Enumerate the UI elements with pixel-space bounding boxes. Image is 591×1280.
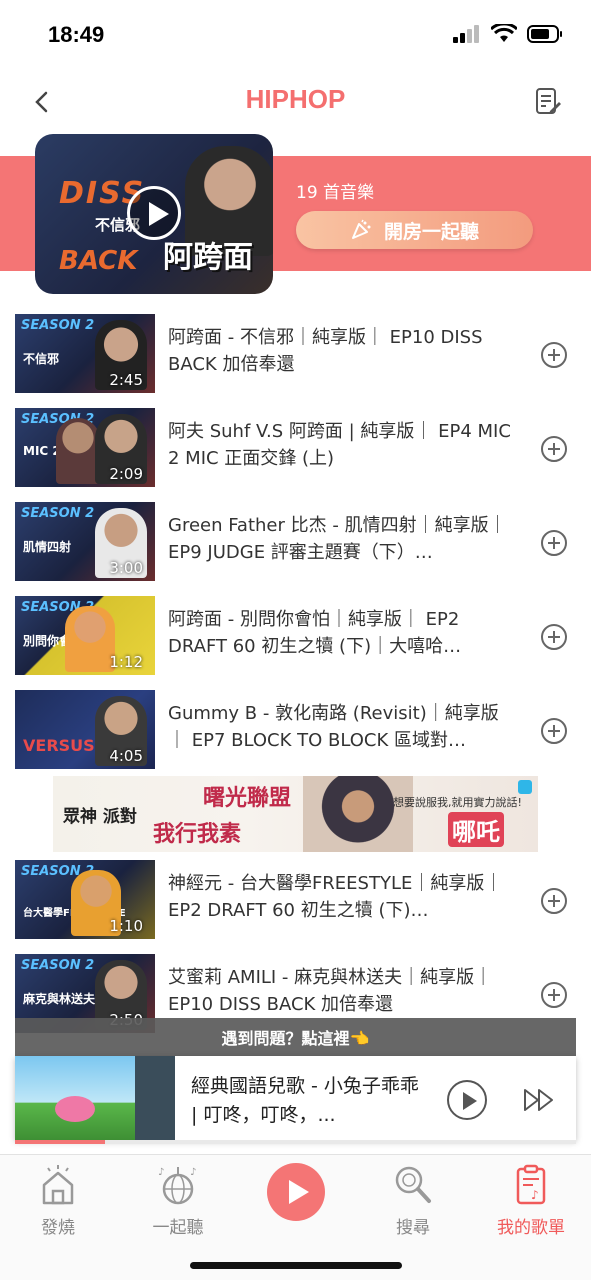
song-title: 阿夫 Suhf V.S 阿跨面 | 純享版｜ EP4 MIC 2 MIC 正面交… — [168, 421, 511, 469]
add-circle-icon[interactable] — [541, 624, 567, 650]
song-duration: 2:45 — [109, 371, 143, 389]
song-thumbnail: SEASON 2 肌情四射 3:00 — [15, 502, 155, 581]
open-room-label: 開房一起聽 — [383, 220, 479, 243]
song-title: Green Father 比杰 - 肌情四射｜純享版｜ EP9 JUDGE 評審… — [168, 515, 507, 563]
thumb-person — [65, 606, 115, 672]
song-row[interactable]: SEASON 2 別問你會怕 1:12 阿跨面 - 別問你會怕｜純享版｜ EP2… — [0, 596, 591, 676]
svg-text:♪: ♪ — [190, 1167, 196, 1178]
report-problem-label: 遇到問題？點這裡👈 — [221, 1029, 370, 1048]
player-artwork — [15, 1056, 175, 1140]
tab-search[interactable]: 搜尋 — [363, 1163, 463, 1238]
wifi-icon — [491, 24, 517, 42]
song-duration: 2:09 — [109, 465, 143, 483]
disco-ball-icon: ♪ ♪ — [158, 1167, 196, 1205]
song-row[interactable]: SEASON 2 肌情四射 3:00 Green Father 比杰 - 肌情四… — [0, 502, 591, 582]
player-title: 經典國語兒歌 - 小兔子乖乖 | 叮咚，叮咚，... — [191, 1075, 419, 1126]
play-center-icon[interactable] — [267, 1163, 325, 1221]
status-bar: 18:49 — [0, 0, 591, 74]
song-duration: 1:10 — [109, 917, 143, 935]
cover-text-back: BACK — [59, 246, 138, 276]
header: HIPHOP — [0, 74, 591, 130]
app-screen: 18:49 HIPHOP DISS 不信邪 BACK 阿跨面 19 首音樂 開房… — [0, 0, 591, 1280]
battery-icon — [527, 25, 562, 43]
cellular-signal-icon — [453, 25, 479, 43]
play-icon[interactable] — [447, 1080, 487, 1120]
song-duration: 3:00 — [109, 559, 143, 577]
song-title: 阿跨面 - 不信邪｜純享版｜ EP10 DISS BACK 加倍奉還 — [168, 327, 483, 375]
ad-text-3: 我行我素 — [153, 822, 242, 847]
thumb-person — [56, 418, 100, 484]
ad-hero-image — [303, 776, 413, 852]
ad-text-1: 眾神 派對 — [63, 807, 137, 827]
add-circle-icon[interactable] — [541, 530, 567, 556]
play-icon[interactable] — [127, 186, 181, 240]
thumb-caption: VERSUS — [23, 736, 95, 755]
tab-my-playlist-label: 我的歌單 — [497, 1218, 565, 1238]
playlist-icon: ♪ — [516, 1164, 546, 1205]
add-circle-icon[interactable] — [541, 342, 567, 368]
song-thumbnail: SEASON 2 台大醫學FREESTYLE 1:10 — [15, 860, 155, 939]
song-row[interactable]: VERSUS 4:05 Gummy B - 敦化南路 (Revisit)｜純享版… — [0, 690, 591, 770]
tab-listen-together-label: 一起聽 — [152, 1218, 204, 1238]
tab-my-playlist[interactable]: ♪ 我的歌單 — [481, 1163, 581, 1238]
thumb-caption: 不信邪 — [23, 352, 60, 366]
thumb-season-text: SEASON 2 — [21, 506, 95, 521]
artwork-character — [55, 1096, 95, 1122]
song-count: 19 首音樂 — [296, 183, 375, 203]
song-thumbnail: SEASON 2 MIC 2 MIC 2:09 — [15, 408, 155, 487]
status-time: 18:49 — [48, 22, 105, 47]
ad-text-2: 曙光聯盟 — [203, 786, 292, 811]
thumb-season-text: SEASON 2 — [21, 958, 95, 973]
mini-player[interactable]: 經典國語兒歌 - 小兔子乖乖 | 叮咚，叮咚，... — [15, 1056, 576, 1140]
song-row[interactable]: SEASON 2 台大醫學FREESTYLE 1:10 神經元 - 台大醫學FR… — [0, 860, 591, 940]
edit-note-icon[interactable] — [533, 86, 563, 116]
song-thumbnail: SEASON 2 別問你會怕 1:12 — [15, 596, 155, 675]
cover-text-name: 阿跨面 — [163, 240, 253, 275]
song-title: 神經元 - 台大醫學FREESTYLE｜純享版｜ EP2 DRAFT 60 初生… — [168, 873, 503, 921]
svg-text:♪: ♪ — [531, 1188, 539, 1202]
page-title: HIPHOP — [245, 84, 346, 114]
song-title: 艾蜜莉 AMILI - 麻克與林送夫｜純享版｜ EP10 DISS BACK 加… — [168, 967, 493, 1015]
fast-forward-icon[interactable] — [523, 1086, 557, 1114]
party-popper-icon — [351, 219, 371, 239]
search-icon — [395, 1166, 431, 1203]
tab-home-label: 發燒 — [41, 1218, 75, 1238]
playlist-cover[interactable]: DISS 不信邪 BACK 阿跨面 — [35, 134, 273, 294]
song-thumbnail: VERSUS 4:05 — [15, 690, 155, 769]
open-room-button[interactable]: 開房一起聽 — [296, 211, 533, 249]
ad-banner[interactable]: 眾神 派對 曙光聯盟 我行我素 想要說服我,就用實力說話! 哪吒 — [53, 776, 538, 852]
add-circle-icon[interactable] — [541, 888, 567, 914]
artwork-shadow — [135, 1056, 175, 1140]
add-circle-icon[interactable] — [541, 718, 567, 744]
player-progress-bar[interactable] — [15, 1140, 576, 1144]
status-icons — [453, 24, 563, 44]
song-duration: 4:05 — [109, 747, 143, 765]
song-thumbnail: SEASON 2 不信邪 2:45 — [15, 314, 155, 393]
tab-home[interactable]: 發燒 — [8, 1163, 108, 1238]
song-title: 阿跨面 - 別問你會怕｜純享版｜ EP2 DRAFT 60 初生之犢 (下)｜大… — [168, 609, 462, 657]
thumb-season-text: SEASON 2 — [21, 318, 95, 333]
ad-text-5: 哪吒 — [448, 812, 504, 847]
add-circle-icon[interactable] — [541, 982, 567, 1008]
ad-text-4: 想要說服我,就用實力說話! — [393, 796, 522, 809]
thumb-caption: 麻克與林送夫 — [23, 992, 96, 1006]
tab-listen-together[interactable]: ♪ ♪ 一起聽 — [128, 1163, 228, 1238]
report-problem-bar[interactable]: 遇到問題？點這裡👈 — [15, 1018, 576, 1056]
svg-text:♪: ♪ — [158, 1167, 164, 1178]
player-progress-fill — [15, 1140, 105, 1144]
song-row[interactable]: SEASON 2 MIC 2 MIC 2:09 阿夫 Suhf V.S 阿跨面 … — [0, 408, 591, 488]
song-row[interactable]: SEASON 2 不信邪 2:45 阿跨面 - 不信邪｜純享版｜ EP10 DI… — [0, 314, 591, 394]
add-circle-icon[interactable] — [541, 436, 567, 462]
tab-search-label: 搜尋 — [396, 1218, 430, 1238]
song-title: Gummy B - 敦化南路 (Revisit)｜純享版｜ EP7 BLOCK … — [168, 703, 499, 751]
home-indicator[interactable] — [190, 1262, 402, 1269]
ad-choices-icon[interactable] — [518, 780, 532, 794]
home-fire-icon — [42, 1165, 74, 1205]
thumb-caption: 肌情四射 — [23, 540, 72, 554]
song-duration: 1:12 — [109, 653, 143, 671]
